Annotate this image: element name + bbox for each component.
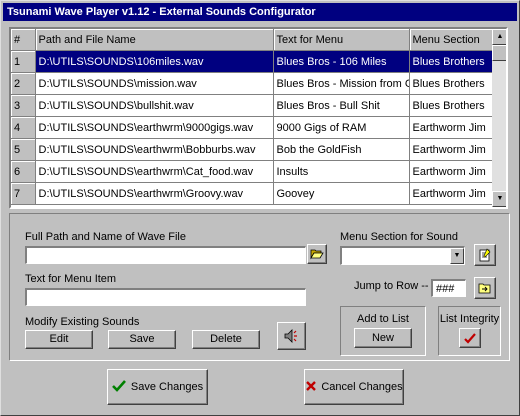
menu-text-cell[interactable]: 9000 Gigs of RAM xyxy=(273,116,410,139)
new-button[interactable]: New xyxy=(354,328,412,348)
list-integrity-group: List Integrity xyxy=(438,306,501,356)
row-number-cell[interactable]: 2 xyxy=(11,72,36,95)
menu-section-cell[interactable]: Blues Brothers xyxy=(409,94,492,117)
menu-text-input[interactable] xyxy=(25,288,306,306)
edit-panel: Full Path and Name of Wave File Text for… xyxy=(9,213,510,361)
row-number-cell[interactable]: 4 xyxy=(11,116,36,139)
save-changes-button[interactable]: Save Changes xyxy=(107,369,208,405)
table-row[interactable]: 7 D:\UTILS\SOUNDS\earthwrm\Groovy.wav Goov… xyxy=(11,182,492,205)
delete-button[interactable]: Delete xyxy=(192,330,260,349)
path-cell[interactable]: D:\UTILS\SOUNDS\earthwrm\Bobburbs.wav xyxy=(35,138,274,161)
add-to-list-group: Add to List New xyxy=(340,306,426,356)
column-header-path[interactable]: Path and File Name xyxy=(35,29,274,51)
menu-text-cell[interactable]: Blues Bros - Bull Shit xyxy=(273,94,410,117)
path-cell[interactable]: D:\UTILS\SOUNDS\106miles.wav xyxy=(35,50,274,73)
table-row[interactable]: 4 D:\UTILS\SOUNDS\earthwrm\9000gigs.wav 90… xyxy=(11,116,492,139)
path-cell[interactable]: D:\UTILS\SOUNDS\earthwrm\9000gigs.wav xyxy=(35,116,274,139)
sounds-grid[interactable]: # Path and File Name Text for Menu Menu … xyxy=(9,27,508,209)
menu-section-select[interactable]: ▼ xyxy=(340,246,465,265)
scroll-thumb[interactable] xyxy=(492,45,506,61)
add-to-list-label: Add to List xyxy=(357,313,409,325)
row-number-cell[interactable]: 6 xyxy=(11,160,36,183)
browse-button[interactable] xyxy=(307,244,327,264)
folder-arrow-icon xyxy=(478,283,491,294)
row-number-cell[interactable]: 1 xyxy=(11,50,36,73)
jump-to-row-label: Jump to Row -- xyxy=(354,280,429,292)
column-header-menu-text[interactable]: Text for Menu xyxy=(273,29,410,51)
speaker-icon xyxy=(284,329,297,343)
menu-text-cell[interactable]: Goovey xyxy=(273,182,410,205)
play-sound-button[interactable] xyxy=(277,322,306,350)
column-header-menu-section[interactable]: Menu Section xyxy=(409,29,492,51)
save-button[interactable]: Save xyxy=(108,330,176,349)
path-cell[interactable]: D:\UTILS\SOUNDS\earthwrm\Cat_food.wav xyxy=(35,160,274,183)
modify-sounds-label: Modify Existing Sounds xyxy=(25,316,140,328)
cancel-changes-button[interactable]: Cancel Changes xyxy=(304,369,404,405)
grid-header-row: # Path and File Name Text for Menu Menu … xyxy=(11,29,492,51)
edit-button[interactable]: Edit xyxy=(25,330,93,349)
menu-section-cell[interactable]: Blues Brothers xyxy=(409,50,492,73)
column-header-number[interactable]: # xyxy=(11,29,36,51)
menu-section-cell[interactable]: Earthworm Jim xyxy=(409,138,492,161)
notepad-icon xyxy=(479,248,491,262)
jump-button[interactable] xyxy=(474,277,496,299)
menu-text-cell[interactable]: Insults xyxy=(273,160,410,183)
table-row[interactable]: 2 D:\UTILS\SOUNDS\mission.wav Blues Bros -… xyxy=(11,72,492,95)
table-row[interactable]: 3 D:\UTILS\SOUNDS\bullshit.wav Blues Bros … xyxy=(11,94,492,117)
menu-text-cell[interactable]: Bob the GoldFish xyxy=(273,138,410,161)
menu-section-cell[interactable]: Blues Brothers xyxy=(409,72,492,95)
cancel-changes-label: Cancel Changes xyxy=(321,381,403,393)
menu-text-label: Text for Menu Item xyxy=(25,273,117,285)
path-cell[interactable]: D:\UTILS\SOUNDS\mission.wav xyxy=(35,72,274,95)
folder-open-icon xyxy=(310,249,324,260)
menu-section-cell[interactable]: Earthworm Jim xyxy=(409,116,492,139)
path-cell[interactable]: D:\UTILS\SOUNDS\earthwrm\Groovy.wav xyxy=(35,182,274,205)
menu-section-cell[interactable]: Earthworm Jim xyxy=(409,182,492,205)
list-integrity-button[interactable] xyxy=(459,328,481,348)
grid-vertical-scrollbar[interactable]: ▲ ▼ xyxy=(492,29,506,207)
menu-section-cell[interactable]: Earthworm Jim xyxy=(409,160,492,183)
row-number-cell[interactable]: 3 xyxy=(11,94,36,117)
chevron-down-icon[interactable]: ▼ xyxy=(450,248,464,264)
row-number-cell[interactable]: 7 xyxy=(11,182,36,205)
table-row[interactable]: 6 D:\UTILS\SOUNDS\earthwrm\Cat_food.wav In… xyxy=(11,160,492,183)
table-row[interactable]: 1 D:\UTILS\SOUNDS\106miles.wav Blues Bros … xyxy=(11,50,492,73)
menu-text-cell[interactable]: Blues Bros - 106 Miles xyxy=(273,50,410,73)
full-path-label: Full Path and Name of Wave File xyxy=(25,231,186,243)
edit-sections-button[interactable] xyxy=(474,244,496,266)
scroll-up-arrow-icon[interactable]: ▲ xyxy=(492,29,506,45)
checkmark-icon xyxy=(464,333,476,344)
green-checkmark-icon xyxy=(111,380,126,392)
list-integrity-label: List Integrity xyxy=(439,313,500,325)
row-number-cell[interactable]: 5 xyxy=(11,138,36,161)
full-path-input[interactable] xyxy=(25,246,306,264)
table-row[interactable]: 5 D:\UTILS\SOUNDS\earthwrm\Bobburbs.wav Bo… xyxy=(11,138,492,161)
red-x-icon xyxy=(306,381,317,391)
scroll-down-arrow-icon[interactable]: ▼ xyxy=(492,191,506,207)
menu-section-label: Menu Section for Sound xyxy=(340,231,459,243)
app-window: Tsunami Wave Player v1.12 - External Sou… xyxy=(0,0,520,416)
sounds-table: # Path and File Name Text for Menu Menu … xyxy=(11,29,492,205)
save-changes-label: Save Changes xyxy=(130,381,204,393)
title-bar: Tsunami Wave Player v1.12 - External Sou… xyxy=(3,3,517,21)
menu-text-cell[interactable]: Blues Bros - Mission from God xyxy=(273,72,410,95)
path-cell[interactable]: D:\UTILS\SOUNDS\bullshit.wav xyxy=(35,94,274,117)
jump-to-row-input[interactable] xyxy=(431,279,466,297)
